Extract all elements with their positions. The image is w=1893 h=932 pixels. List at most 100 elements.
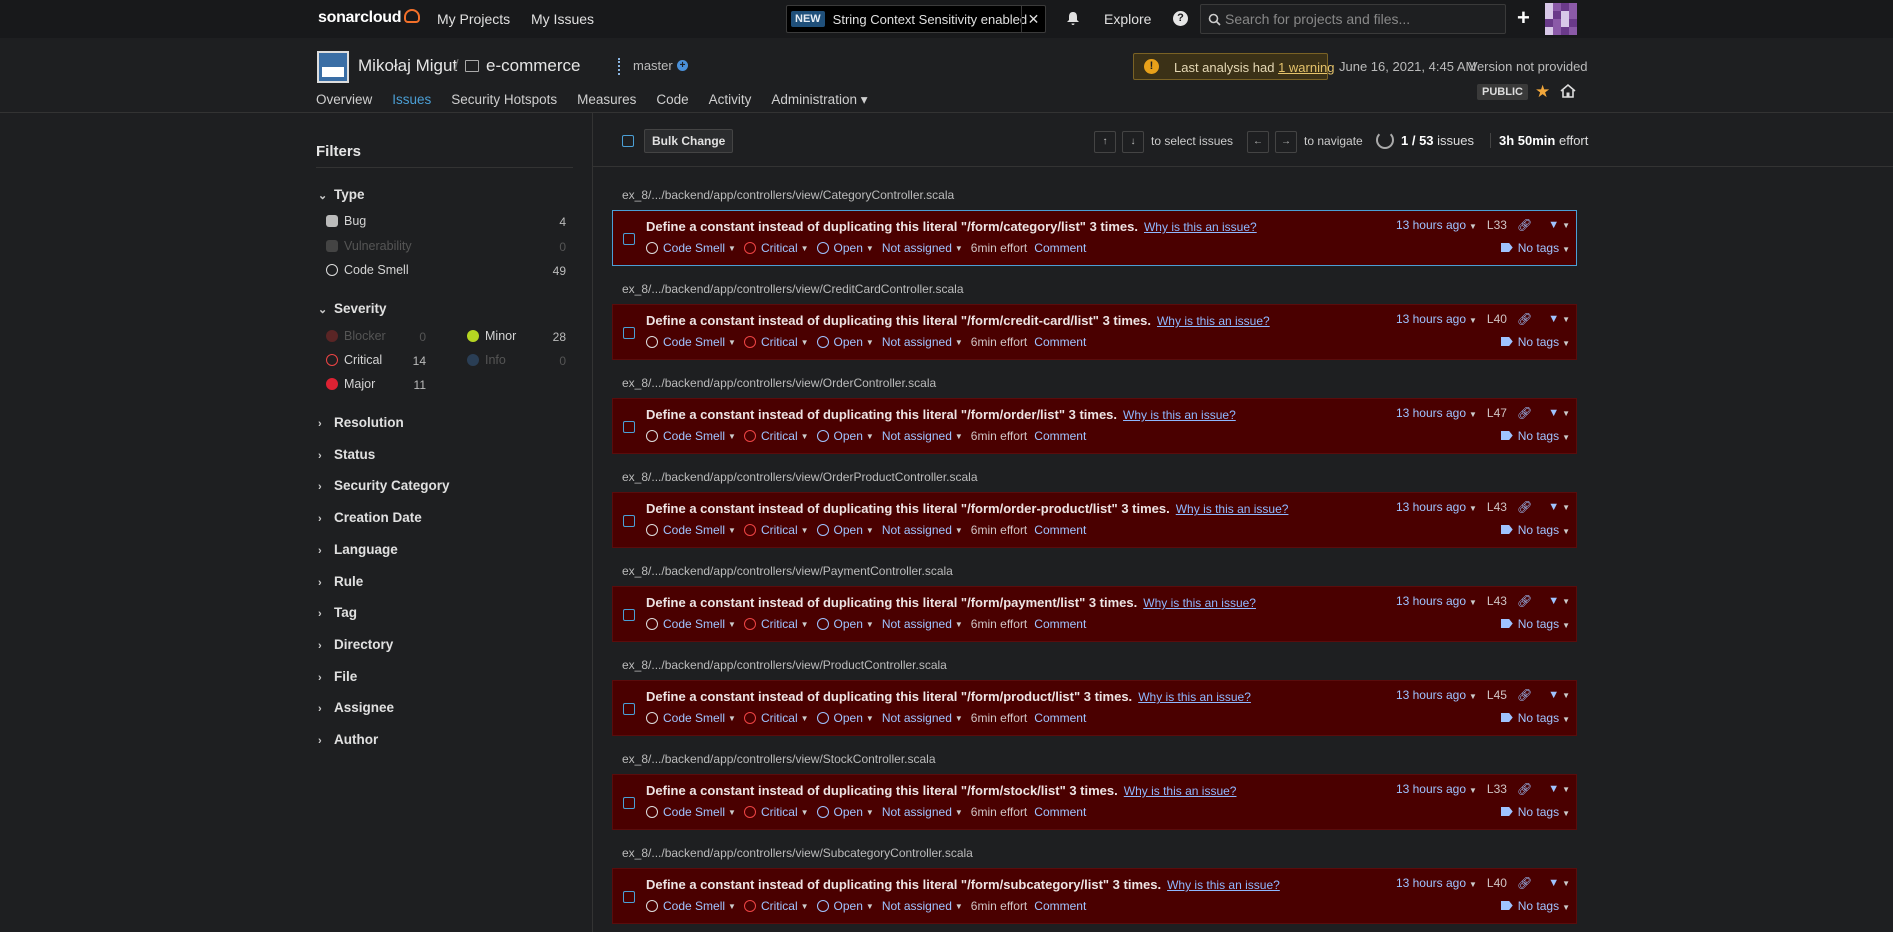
issue-severity-dropdown[interactable]: Critical ▼ (743, 335, 809, 349)
search-input[interactable] (1225, 5, 1500, 33)
filter-type-vulnerability[interactable]: Vulnerability (326, 239, 412, 253)
why-is-this-an-issue-link[interactable]: Why is this an issue? (1167, 878, 1280, 892)
issue-status-dropdown[interactable]: Open ▼ (816, 335, 874, 349)
tab-administration[interactable]: Administration ▾ (771, 92, 867, 115)
branch-selector[interactable]: master (633, 58, 673, 73)
issue-tags-dropdown[interactable]: No tags ▼ (1500, 523, 1570, 537)
issue-assignee-dropdown[interactable]: Not assigned ▼ (882, 805, 963, 819)
issue-severity-dropdown[interactable]: Critical ▼ (743, 899, 809, 913)
filter-severity-minor[interactable]: Minor (467, 329, 516, 343)
issue-message[interactable]: Define a constant instead of duplicating… (646, 783, 1118, 798)
issue-age[interactable]: 13 hours ago ▼ (1396, 312, 1477, 326)
issue-message[interactable]: Define a constant instead of duplicating… (646, 407, 1117, 422)
issue-status-dropdown[interactable]: Open ▼ (816, 523, 874, 537)
permalink-icon[interactable]: 🔗︎ (1517, 782, 1532, 796)
home-icon[interactable] (1560, 83, 1576, 99)
facet-collapsed[interactable]: › Directory (318, 637, 393, 652)
bulk-change-button[interactable]: Bulk Change (644, 129, 734, 153)
why-is-this-an-issue-link[interactable]: Why is this an issue? (1143, 596, 1256, 610)
tab-security-hotspots[interactable]: Security Hotspots (451, 92, 557, 115)
issue-item[interactable]: Define a constant instead of duplicating… (612, 492, 1577, 548)
issue-assignee-dropdown[interactable]: Not assigned ▼ (882, 429, 963, 443)
issue-status-dropdown[interactable]: Open ▼ (816, 711, 874, 725)
issue-assignee-dropdown[interactable]: Not assigned ▼ (882, 899, 963, 913)
facet-collapsed[interactable]: › Rule (318, 574, 363, 589)
why-is-this-an-issue-link[interactable]: Why is this an issue? (1138, 690, 1251, 704)
issue-message[interactable]: Define a constant instead of duplicating… (646, 313, 1151, 328)
issue-component-path[interactable]: ex_8/.../backend/app/controllers/view/Pa… (622, 564, 953, 578)
tab-activity[interactable]: Activity (709, 92, 752, 115)
issue-component-path[interactable]: ex_8/.../backend/app/controllers/view/Or… (622, 470, 978, 484)
my-issues-link[interactable]: My Issues (531, 11, 594, 27)
issue-item[interactable]: Define a constant instead of duplicating… (612, 586, 1577, 642)
issue-message[interactable]: Define a constant instead of duplicating… (646, 595, 1137, 610)
tab-overview[interactable]: Overview (316, 92, 372, 115)
filter-severity-info[interactable]: Info (467, 353, 506, 367)
why-is-this-an-issue-link[interactable]: Why is this an issue? (1124, 784, 1237, 798)
comment-link[interactable]: Comment (1034, 241, 1086, 255)
facet-collapsed[interactable]: › Language (318, 542, 398, 557)
issue-item[interactable]: Define a constant instead of duplicating… (612, 774, 1577, 830)
issue-status-dropdown[interactable]: Open ▼ (816, 899, 874, 913)
issue-assignee-dropdown[interactable]: Not assigned ▼ (882, 241, 963, 255)
issue-age[interactable]: 13 hours ago ▼ (1396, 876, 1477, 890)
issue-severity-dropdown[interactable]: Critical ▼ (743, 711, 809, 725)
issue-tags-dropdown[interactable]: No tags ▼ (1500, 899, 1570, 913)
issue-component-path[interactable]: ex_8/.../backend/app/controllers/view/St… (622, 752, 936, 766)
issue-tags-dropdown[interactable]: No tags ▼ (1500, 711, 1570, 725)
issue-component-path[interactable]: ex_8/.../backend/app/controllers/view/Or… (622, 376, 936, 390)
issue-message[interactable]: Define a constant instead of duplicating… (646, 219, 1138, 234)
issue-item[interactable]: Define a constant instead of duplicating… (612, 680, 1577, 736)
select-all-checkbox[interactable] (622, 135, 634, 147)
issue-type-dropdown[interactable]: Code Smell ▼ (646, 711, 736, 725)
my-projects-link[interactable]: My Projects (437, 11, 510, 27)
bell-icon[interactable] (1066, 11, 1080, 26)
issue-assignee-dropdown[interactable]: Not assigned ▼ (882, 617, 963, 631)
tab-measures[interactable]: Measures (577, 92, 636, 115)
permalink-icon[interactable]: 🔗︎ (1517, 218, 1532, 232)
explore-link[interactable]: Explore (1104, 11, 1151, 27)
issue-type-dropdown[interactable]: Code Smell ▼ (646, 617, 736, 631)
issue-assignee-dropdown[interactable]: Not assigned ▼ (882, 335, 963, 349)
issue-component-path[interactable]: ex_8/.../backend/app/controllers/view/Cr… (622, 282, 964, 296)
sonarcloud-logo[interactable]: sonarcloud (318, 9, 421, 27)
facet-collapsed[interactable]: › Security Category (318, 478, 450, 493)
filter-icon[interactable]: ▼ ▼ (1548, 501, 1570, 513)
issue-type-dropdown[interactable]: Code Smell ▼ (646, 523, 736, 537)
issue-severity-dropdown[interactable]: Critical ▼ (743, 429, 809, 443)
comment-link[interactable]: Comment (1034, 335, 1086, 349)
why-is-this-an-issue-link[interactable]: Why is this an issue? (1123, 408, 1236, 422)
user-avatar[interactable] (1545, 3, 1577, 35)
issue-age[interactable]: 13 hours ago ▼ (1396, 406, 1477, 420)
permalink-icon[interactable]: 🔗︎ (1517, 312, 1532, 326)
filter-type-code-smell[interactable]: Code Smell (326, 263, 409, 277)
filter-type-bug[interactable]: Bug (326, 214, 366, 228)
issue-age[interactable]: 13 hours ago ▼ (1396, 500, 1477, 514)
issue-age[interactable]: 13 hours ago ▼ (1396, 218, 1477, 232)
help-icon[interactable]: ? (1173, 11, 1188, 26)
issue-message[interactable]: Define a constant instead of duplicating… (646, 689, 1132, 704)
facet-collapsed[interactable]: › Creation Date (318, 510, 422, 525)
issue-item[interactable]: Define a constant instead of duplicating… (612, 398, 1577, 454)
organization-link[interactable]: Mikołaj Migut (358, 56, 457, 76)
issue-checkbox[interactable] (623, 797, 635, 809)
issue-component-path[interactable]: ex_8/.../backend/app/controllers/view/Ca… (622, 188, 954, 202)
issue-status-dropdown[interactable]: Open ▼ (816, 617, 874, 631)
issue-message[interactable]: Define a constant instead of duplicating… (646, 877, 1161, 892)
issue-tags-dropdown[interactable]: No tags ▼ (1500, 429, 1570, 443)
why-is-this-an-issue-link[interactable]: Why is this an issue? (1144, 220, 1257, 234)
reload-icon[interactable] (1376, 131, 1394, 149)
facet-collapsed[interactable]: › File (318, 669, 357, 684)
filter-icon[interactable]: ▼ ▼ (1548, 689, 1570, 701)
facet-collapsed[interactable]: › Assignee (318, 700, 394, 715)
plus-icon[interactable]: + (1517, 7, 1530, 29)
comment-link[interactable]: Comment (1034, 523, 1086, 537)
issue-tags-dropdown[interactable]: No tags ▼ (1500, 617, 1570, 631)
comment-link[interactable]: Comment (1034, 617, 1086, 631)
comment-link[interactable]: Comment (1034, 429, 1086, 443)
filter-icon[interactable]: ▼ ▼ (1548, 219, 1570, 231)
facet-collapsed[interactable]: › Author (318, 732, 378, 747)
favorite-star-icon[interactable]: ★ (1535, 82, 1550, 102)
filter-severity-blocker[interactable]: Blocker (326, 329, 386, 343)
filter-severity-critical[interactable]: Critical (326, 353, 382, 367)
